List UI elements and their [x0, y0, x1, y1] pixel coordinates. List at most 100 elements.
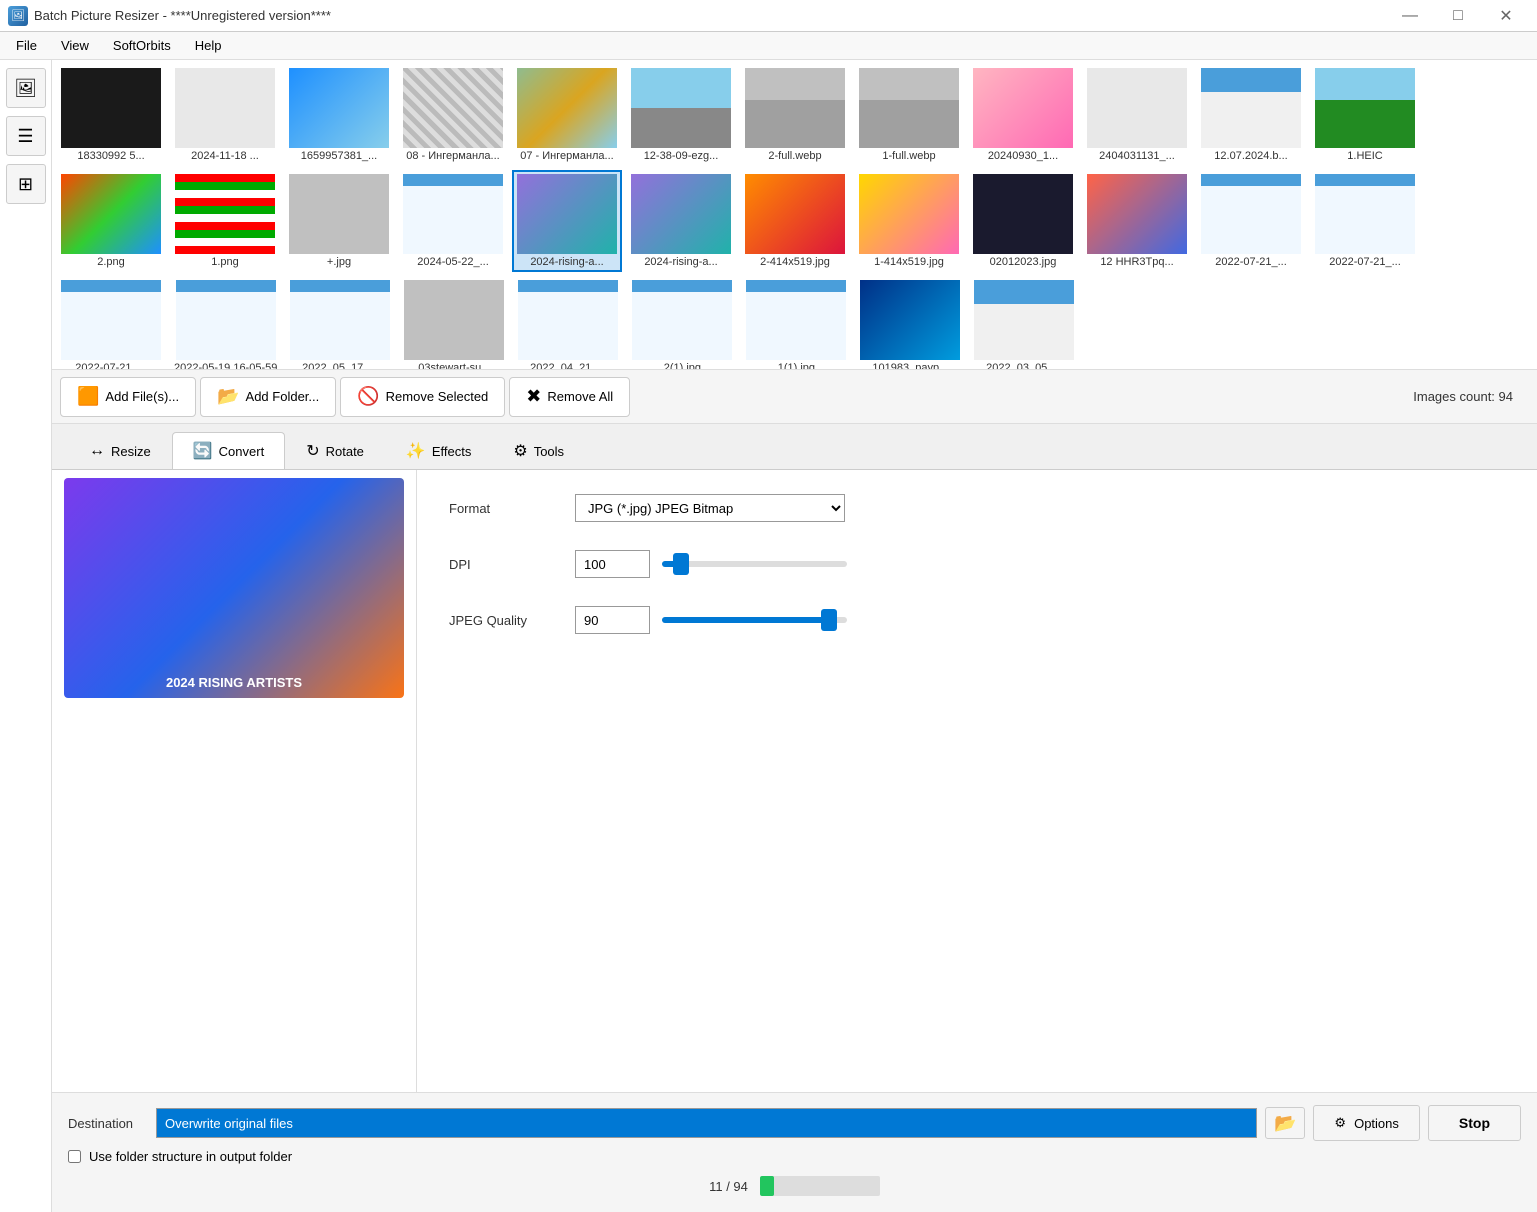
tab-rotate[interactable]: ↻ Rotate — [285, 432, 385, 469]
grid-view-button[interactable]: ⊞ — [6, 164, 46, 204]
menu-view[interactable]: View — [49, 34, 101, 57]
image-label: 2022-07-21_... — [75, 362, 147, 370]
image-label: 1659957381_... — [301, 150, 377, 162]
tab-effects-label: Effects — [432, 444, 472, 459]
title-bar-controls: — □ ✕ — [1387, 0, 1529, 32]
add-folder-button[interactable]: 📂 Add Folder... — [200, 377, 336, 417]
image-label: 2022-05-19 16-05-59 — [174, 362, 277, 370]
tabs-row: ↔ Resize 🔄 Convert ↻ Rotate ✨ Effects ⚙ … — [52, 424, 1537, 470]
tab-resize[interactable]: ↔ Resize — [68, 433, 172, 468]
jpeg-quality-slider[interactable] — [662, 617, 847, 623]
format-control: JPG (*.jpg) JPEG Bitmap PNG (*.png) BMP … — [575, 494, 1505, 522]
image-cell[interactable]: 2022_05_17_... — [285, 276, 395, 370]
image-cell[interactable]: 07 - Ингерманла... — [512, 64, 622, 166]
folder-structure-label: Use folder structure in output folder — [89, 1149, 292, 1164]
image-cell[interactable]: 20240930_1... — [968, 64, 1078, 166]
image-label: 2024-05-22_... — [417, 256, 489, 268]
image-cell[interactable]: 2022-07-21_... — [56, 276, 166, 370]
image-cell[interactable]: 2-full.webp — [740, 64, 850, 166]
image-cell[interactable]: 02012023.jpg — [968, 170, 1078, 272]
format-label: Format — [449, 501, 559, 516]
checkbox-row: Use folder structure in output folder — [68, 1149, 1521, 1164]
image-cell[interactable]: 2022-07-21_... — [1310, 170, 1420, 272]
menu-help[interactable]: Help — [183, 34, 234, 57]
add-files-button[interactable]: 🟧 Add File(s)... — [60, 377, 196, 417]
tab-tools[interactable]: ⚙ Tools — [492, 432, 585, 469]
image-thumbnail — [745, 174, 845, 254]
image-cell[interactable]: 101983_payp... — [855, 276, 965, 370]
dpi-label: DPI — [449, 557, 559, 572]
image-cell[interactable]: 2022_03_05_... — [969, 276, 1079, 370]
image-cell[interactable]: 12 HHR3Tpq... — [1082, 170, 1192, 272]
image-grid[interactable]: 18330992 5... 2024-11-18 ... 1659957381_..… — [52, 60, 1537, 370]
image-thumbnail — [61, 280, 161, 360]
image-label: 1-full.webp — [882, 150, 935, 162]
image-thumbnail — [632, 280, 732, 360]
destination-input[interactable] — [156, 1108, 1257, 1138]
format-select[interactable]: JPG (*.jpg) JPEG Bitmap PNG (*.png) BMP … — [575, 494, 845, 522]
image-cell[interactable]: 18330992 5... — [56, 64, 166, 166]
image-thumbnail — [290, 280, 390, 360]
tools-icon: ⚙ — [513, 441, 527, 461]
menu-file[interactable]: File — [4, 34, 49, 57]
image-cell[interactable]: 2024-05-22_... — [398, 170, 508, 272]
image-cell[interactable]: 2022-05-19 16-05-59 — [170, 276, 281, 370]
options-icon: ⚙ — [1334, 1115, 1346, 1131]
folder-structure-checkbox[interactable] — [68, 1150, 81, 1163]
rotate-icon: ↻ — [306, 441, 319, 461]
image-cell[interactable]: 2.png — [56, 170, 166, 272]
add-files-label: Add File(s)... — [105, 389, 179, 404]
image-cell[interactable]: 1.png — [170, 170, 280, 272]
image-cell[interactable]: 1-full.webp — [854, 64, 964, 166]
image-cell[interactable]: 1-414x519.jpg — [854, 170, 964, 272]
dpi-row: DPI — [449, 550, 1505, 578]
image-cell[interactable]: 2024-rising-a... — [512, 170, 622, 272]
image-cell[interactable]: 2024-11-18 ... — [170, 64, 280, 166]
options-button[interactable]: ⚙ Options — [1313, 1105, 1419, 1141]
remove-all-button[interactable]: ✖ Remove All — [509, 377, 630, 417]
close-button[interactable]: ✕ — [1483, 0, 1529, 32]
tab-effects[interactable]: ✨ Effects — [385, 432, 492, 469]
destination-label: Destination — [68, 1116, 148, 1131]
image-label: 2024-rising-a... — [530, 256, 603, 268]
image-cell[interactable]: 2022-07-21_... — [1196, 170, 1306, 272]
jpeg-quality-input[interactable] — [575, 606, 650, 634]
image-label: 2022-07-21_... — [1215, 256, 1287, 268]
image-cell[interactable]: 2404031131_... — [1082, 64, 1192, 166]
images-view-button[interactable]: 🖼 — [6, 68, 46, 108]
image-thumbnail — [973, 174, 1073, 254]
tab-convert[interactable]: 🔄 Convert — [172, 432, 285, 469]
image-cell[interactable]: 2(1).jpg — [627, 276, 737, 370]
browse-button[interactable]: 📂 — [1265, 1107, 1305, 1139]
image-label: 2022_05_17_... — [302, 362, 378, 370]
image-cell[interactable]: 1.HEIC — [1310, 64, 1420, 166]
image-label: 18330992 5... — [77, 150, 144, 162]
remove-all-icon: ✖ — [526, 386, 541, 407]
image-cell[interactable]: 2024-rising-a... — [626, 170, 736, 272]
image-thumbnail — [175, 174, 275, 254]
image-label: 07 - Ингерманла... — [520, 150, 613, 162]
menu-softorbits[interactable]: SoftOrbits — [101, 34, 183, 57]
jpeg-quality-row: JPEG Quality — [449, 606, 1505, 634]
image-cell[interactable]: 12-38-09-ezg... — [626, 64, 736, 166]
image-cell[interactable]: 1659957381_... — [284, 64, 394, 166]
dpi-input[interactable] — [575, 550, 650, 578]
maximize-button[interactable]: □ — [1435, 0, 1481, 32]
remove-selected-button[interactable]: 🚫 Remove Selected — [340, 377, 505, 417]
image-thumbnail — [403, 68, 503, 148]
list-view-button[interactable]: ☰ — [6, 116, 46, 156]
image-label: 1.png — [211, 256, 239, 268]
dpi-slider[interactable] — [662, 561, 847, 567]
image-thumbnail — [974, 280, 1074, 360]
image-cell[interactable]: +.jpg — [284, 170, 394, 272]
stop-button[interactable]: Stop — [1428, 1105, 1521, 1141]
image-cell[interactable]: 1(1).jpg — [741, 276, 851, 370]
image-cell[interactable]: 2-414x519.jpg — [740, 170, 850, 272]
image-cell[interactable]: 2022_04_21_... — [513, 276, 623, 370]
image-cell[interactable]: 08 - Ингерманла... — [398, 64, 508, 166]
minimize-button[interactable]: — — [1387, 0, 1433, 32]
image-thumbnail — [631, 174, 731, 254]
image-cell[interactable]: 03stewart-su... — [399, 276, 509, 370]
image-label: 02012023.jpg — [990, 256, 1057, 268]
image-cell[interactable]: 12.07.2024.b... — [1196, 64, 1306, 166]
